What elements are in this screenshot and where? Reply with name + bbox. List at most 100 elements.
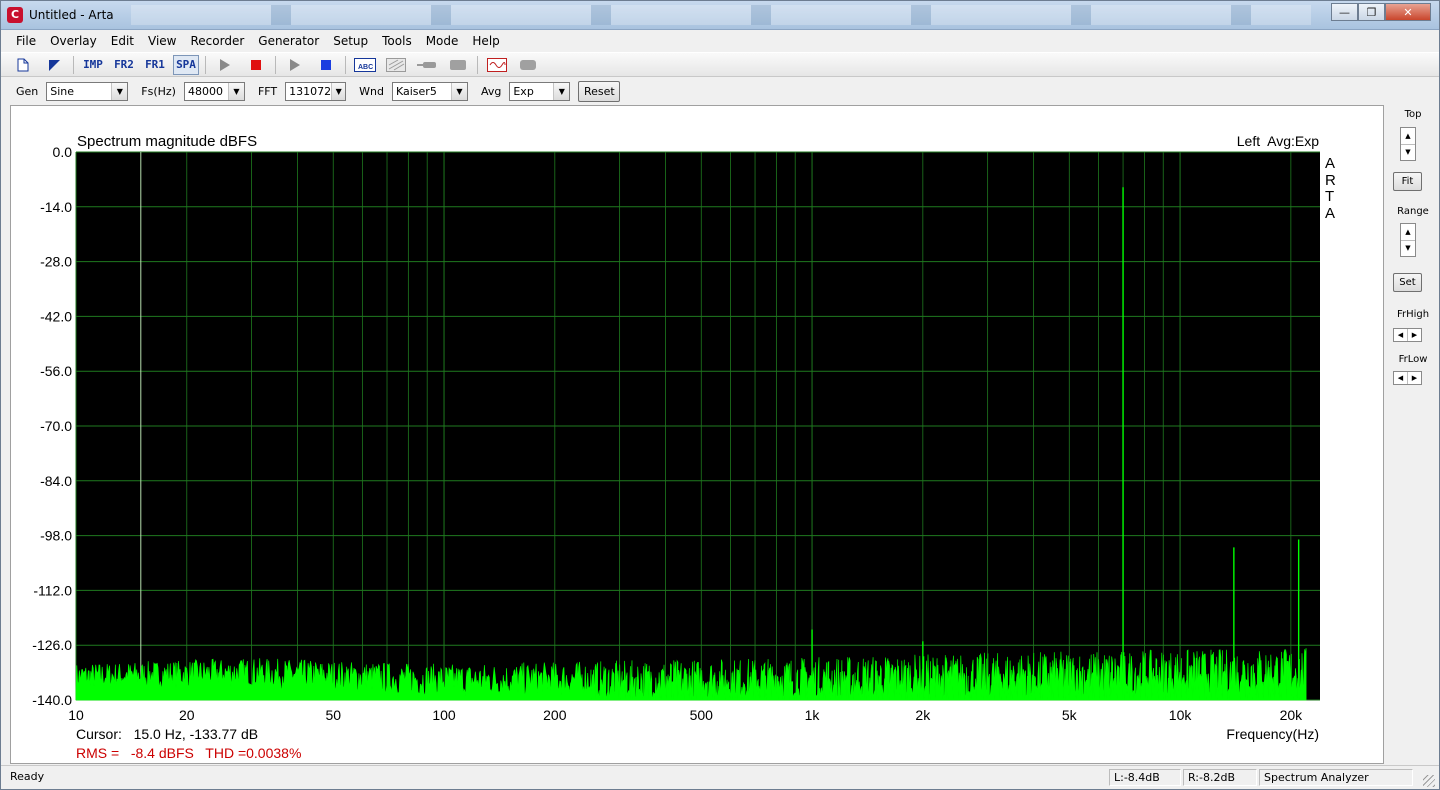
overlay-icon: ABC: [354, 57, 376, 72]
stop-generator-button[interactable]: [313, 55, 339, 75]
watermark-letter: R: [1325, 172, 1336, 189]
y-tick-label: 0.0: [53, 144, 73, 160]
arta-app-icon[interactable]: C: [7, 7, 23, 23]
averaging-button[interactable]: [445, 55, 471, 75]
gen-label: Gen: [16, 84, 39, 98]
reset-button[interactable]: Reset: [578, 80, 621, 102]
menu-mode[interactable]: Mode: [419, 31, 466, 51]
top-label: Top: [1404, 109, 1422, 120]
x-tick-label: 50: [325, 707, 341, 723]
menu-setup[interactable]: Setup: [326, 31, 375, 51]
overlay-off-icon: [386, 57, 406, 72]
fs-label: Fs(Hz): [141, 84, 176, 98]
generator-wave-button[interactable]: [484, 55, 510, 75]
menu-overlay[interactable]: Overlay: [43, 31, 104, 51]
wave-icon: [487, 57, 507, 72]
menu-file[interactable]: File: [9, 31, 43, 51]
new-document-button[interactable]: [10, 55, 36, 75]
range-spinner[interactable]: ▲ ▼: [1400, 223, 1416, 257]
y-tick-label: -112.0: [33, 582, 72, 598]
spectrum-plot-panel[interactable]: Spectrum magnitude dBFS Left Avg:Exp 0.0…: [10, 105, 1384, 764]
frhigh-spinner[interactable]: ◀ ▶: [1393, 328, 1422, 342]
y-tick-label: -70.0: [40, 418, 72, 434]
chevron-down-icon: ▼: [227, 82, 244, 100]
x-tick-label: 10: [68, 707, 84, 723]
avg-select[interactable]: Exp ▼: [509, 81, 571, 101]
spin-up-icon[interactable]: ▲: [1401, 224, 1415, 241]
toolbar-separator: [73, 55, 74, 74]
y-tick-label: -28.0: [40, 254, 72, 270]
gray-box-icon: [520, 59, 536, 70]
wnd-select[interactable]: Kaiser5 ▼: [391, 81, 468, 101]
x-axis-ticks: 10 20 50 100 200 500 1k 2k 5k 10k 20k: [68, 707, 1303, 723]
set-button[interactable]: Set: [1393, 273, 1422, 292]
y-tick-label: -140.0: [32, 692, 72, 708]
frhigh-label: FrHigh: [1396, 309, 1430, 320]
spin-left-icon[interactable]: ◀: [1394, 372, 1408, 384]
y-tick-label: -14.0: [40, 199, 72, 215]
stop-icon: [321, 59, 331, 70]
impulse-mode-button[interactable]: IMP: [80, 55, 106, 75]
restore-icon: ❐: [1366, 5, 1377, 19]
menu-generator[interactable]: Generator: [251, 31, 326, 51]
menu-recorder[interactable]: Recorder: [183, 31, 251, 51]
close-button[interactable]: ✕: [1385, 3, 1431, 21]
top-spinner[interactable]: ▲ ▼: [1400, 127, 1416, 161]
stop-record-button[interactable]: [243, 55, 269, 75]
title-bar[interactable]: C Untitled - Arta — ❐ ✕: [1, 1, 1439, 30]
spin-right-icon[interactable]: ▶: [1408, 372, 1421, 384]
probe-icon: [417, 61, 436, 68]
spin-up-icon[interactable]: ▲: [1401, 128, 1415, 145]
y-axis-ticks: 0.0 -14.0 -28.0 -42.0 -56.0 -70.0 -84.0 -98.0 -1…: [32, 144, 72, 708]
x-axis-label: Frequency(Hz): [1226, 726, 1319, 742]
menu-help[interactable]: Help: [465, 31, 506, 51]
wnd-label: Wnd: [359, 84, 384, 98]
toolbar-separator: [205, 55, 206, 74]
spa-mode-button[interactable]: SPA: [173, 54, 199, 75]
smoothing-button[interactable]: [414, 55, 440, 75]
watermark-letter: T: [1325, 188, 1334, 205]
cursor-readout: Cursor: 15.0 Hz, -133.77 dB: [76, 726, 258, 742]
gen-value: Sine: [50, 84, 75, 98]
rms-thd-readout: RMS = -8.4 dBFS THD =0.0038%: [76, 745, 301, 761]
spectrum-chart[interactable]: Spectrum magnitude dBFS Left Avg:Exp 0.0…: [11, 106, 1385, 765]
minimize-icon: —: [1339, 5, 1350, 19]
overlay-set-button[interactable]: ABC: [352, 55, 378, 75]
frlow-spinner[interactable]: ◀ ▶: [1393, 371, 1422, 385]
spin-left-icon[interactable]: ◀: [1394, 329, 1408, 341]
fs-select[interactable]: 48000 ▼: [183, 81, 245, 101]
spin-down-icon[interactable]: ▼: [1401, 145, 1415, 161]
avg-value: Exp: [513, 84, 534, 98]
menu-tools[interactable]: Tools: [375, 31, 419, 51]
range-label: Range: [1397, 206, 1429, 217]
status-mode: Spectrum Analyzer: [1259, 769, 1413, 786]
status-right-level: R:-8.2dB: [1183, 769, 1257, 786]
open-file-button[interactable]: [41, 55, 67, 75]
channel-info: Left Avg:Exp: [1237, 133, 1319, 149]
gray-box-icon: [450, 59, 466, 70]
fft-select[interactable]: 131072 ▼: [285, 81, 347, 101]
spin-down-icon[interactable]: ▼: [1401, 241, 1415, 257]
fr2-mode-button[interactable]: FR2: [111, 55, 137, 75]
gen-select[interactable]: Sine ▼: [46, 81, 129, 101]
fr1-mode-button[interactable]: FR1: [142, 55, 168, 75]
y-tick-label: -56.0: [40, 363, 72, 379]
x-tick-label: 200: [543, 707, 567, 723]
menu-edit[interactable]: Edit: [104, 31, 141, 51]
x-tick-label: 100: [432, 707, 456, 723]
options-button[interactable]: [515, 55, 541, 75]
fit-button[interactable]: Fit: [1393, 172, 1422, 191]
play-generator-button[interactable]: [282, 55, 308, 75]
minimize-button[interactable]: —: [1331, 3, 1358, 21]
play-record-button[interactable]: [212, 55, 238, 75]
spin-right-icon[interactable]: ▶: [1408, 329, 1421, 341]
toolbar-separator: [477, 55, 478, 74]
resize-grip-icon[interactable]: [1423, 775, 1435, 787]
maximize-button[interactable]: ❐: [1358, 3, 1385, 21]
overlay-clear-button[interactable]: [383, 55, 409, 75]
window-title: Untitled - Arta: [29, 8, 114, 22]
y-tick-label: -42.0: [40, 308, 72, 324]
chevron-down-icon: ▼: [111, 82, 128, 100]
menu-view[interactable]: View: [141, 31, 183, 51]
arta-watermark: A R T A: [1325, 155, 1336, 222]
